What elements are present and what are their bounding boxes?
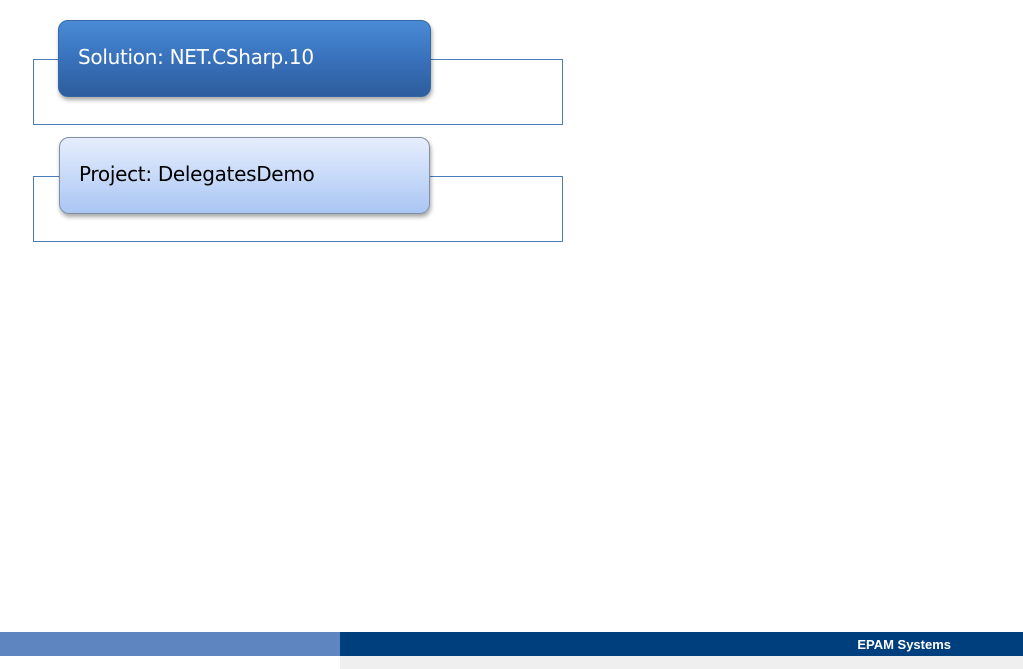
footer-accent-bar (0, 632, 340, 656)
project-label: Project: DelegatesDemo (79, 161, 315, 186)
slide-canvas: Solution: NET.CSharp.10 Project: Delegat… (0, 0, 1023, 669)
solution-label: Solution: NET.CSharp.10 (78, 44, 314, 69)
project-node: Project: DelegatesDemo (59, 137, 430, 214)
footer-bar: EPAM Systems (340, 632, 1023, 656)
solution-node: Solution: NET.CSharp.10 (58, 20, 431, 97)
footer-company-name: EPAM Systems (857, 637, 951, 652)
footer-shade (340, 656, 1023, 669)
